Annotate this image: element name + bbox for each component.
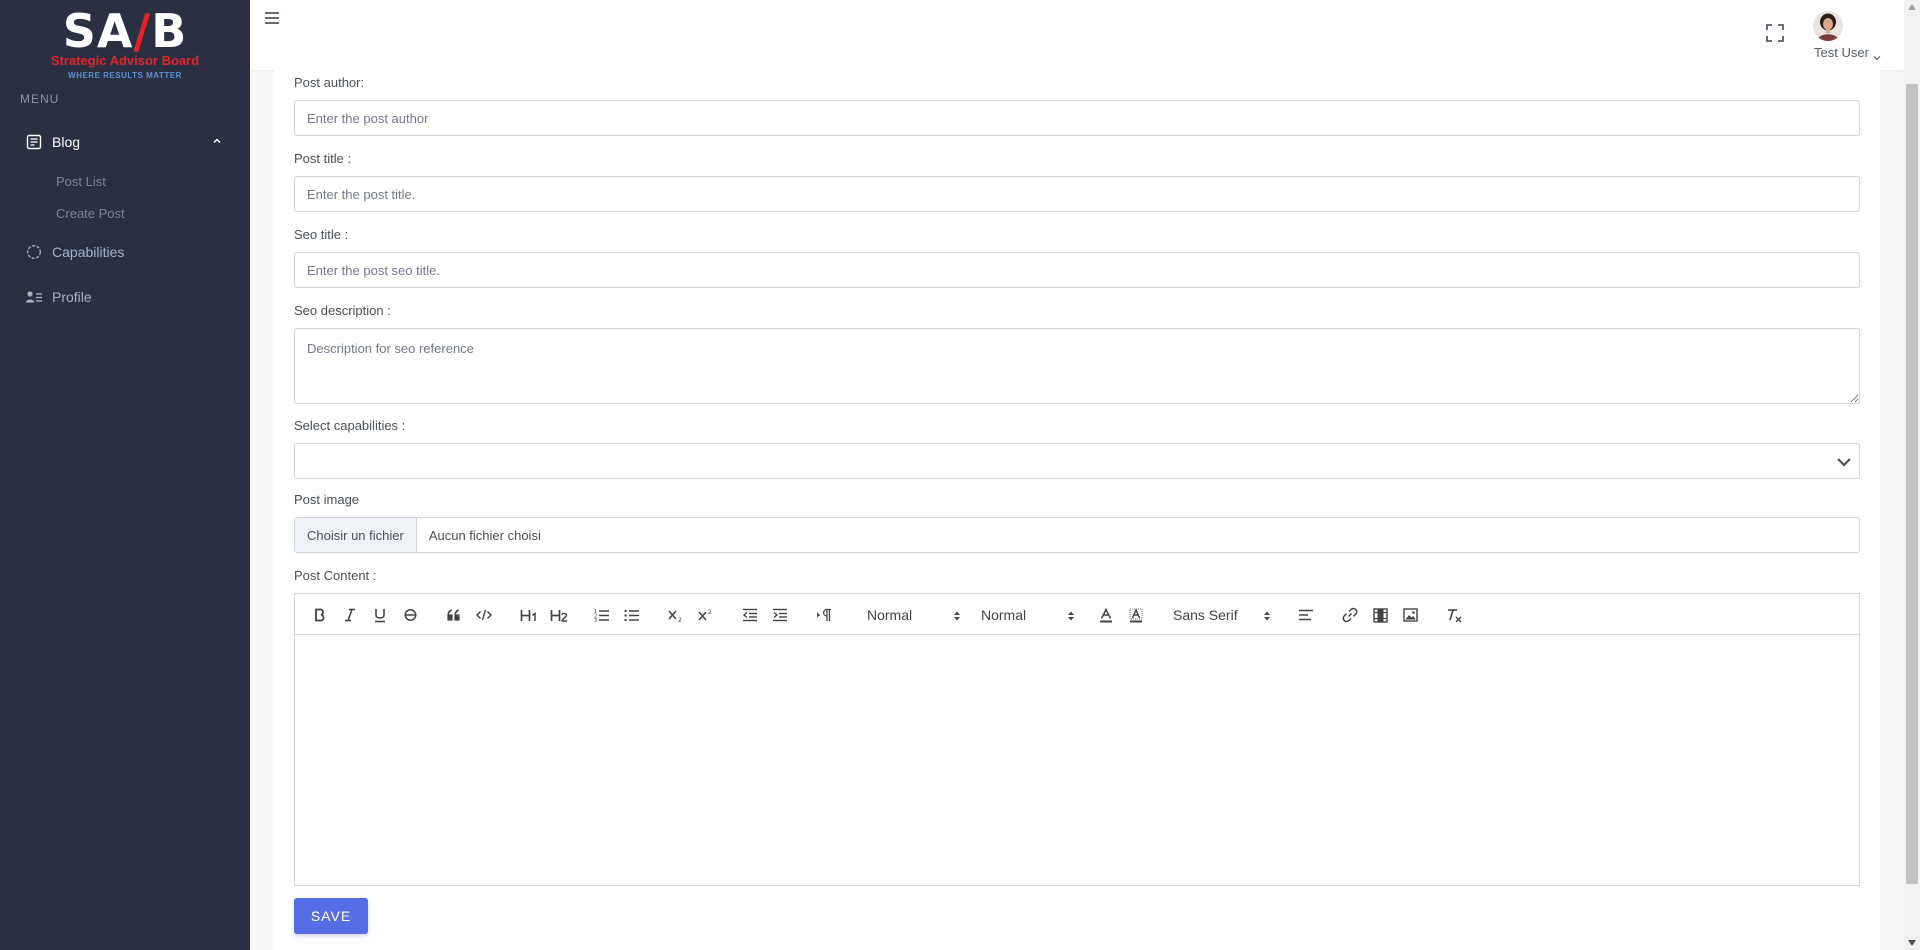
user-name: Test User <box>1814 45 1869 60</box>
sidebar-item-label: Blog <box>52 134 81 150</box>
menu-toggle-icon[interactable] <box>264 10 280 26</box>
seo-title-input[interactable] <box>294 252 1860 288</box>
blockquote-icon[interactable] <box>445 604 463 626</box>
heading-2-icon[interactable] <box>549 604 569 626</box>
svg-text:2: 2 <box>708 609 712 616</box>
bold-icon[interactable] <box>311 604 329 626</box>
logo-mark: SA/B <box>62 4 188 58</box>
editor-content-area[interactable] <box>295 635 1859 885</box>
font-family-select[interactable]: Sans Serif <box>1173 604 1283 626</box>
text-direction-icon[interactable] <box>815 604 833 626</box>
select-arrows-icon <box>953 609 961 621</box>
underline-icon[interactable] <box>371 604 389 626</box>
capabilities-label: Select capabilities : <box>294 418 406 433</box>
sidebar-subitem-create-post[interactable]: Create Post <box>56 206 125 221</box>
text-size-select[interactable]: Normal <box>981 604 1081 626</box>
subscript-icon[interactable]: 2 <box>667 604 685 626</box>
text-size-value: Normal <box>981 607 1027 623</box>
text-color-icon[interactable] <box>1097 604 1115 626</box>
select-arrows-icon <box>1067 609 1075 621</box>
link-icon[interactable] <box>1341 604 1359 626</box>
fullscreen-icon[interactable] <box>1766 24 1784 42</box>
seo-description-textarea[interactable] <box>294 328 1860 404</box>
outdent-icon[interactable] <box>741 604 759 626</box>
menu-title: MENU <box>20 92 60 106</box>
image-icon[interactable] <box>1401 604 1419 626</box>
post-image-file-input[interactable]: Choisir un fichier Aucun fichier choisi <box>294 517 1860 553</box>
indent-icon[interactable] <box>771 604 789 626</box>
header-format-select[interactable]: Normal <box>867 604 967 626</box>
scrollbar-thumb[interactable] <box>1906 84 1918 884</box>
strikethrough-icon[interactable] <box>401 604 419 626</box>
capabilities-select[interactable] <box>294 443 1860 479</box>
file-name-text: Aucun fichier choisi <box>428 527 541 543</box>
save-button[interactable]: SAVE <box>294 898 368 934</box>
post-title-label: Post title : <box>294 151 352 166</box>
rich-text-editor: 123 2 2 Normal Normal Sans Serif <box>294 593 1860 886</box>
video-icon[interactable] <box>1371 604 1389 626</box>
select-arrows-icon <box>1263 609 1271 621</box>
logo-subtitle: Strategic Advisor Board <box>50 53 200 68</box>
italic-icon[interactable] <box>341 604 359 626</box>
header-format-value: Normal <box>867 607 913 623</box>
post-content-label: Post Content : <box>294 568 377 583</box>
post-image-label: Post image <box>294 492 360 507</box>
document-list-icon <box>25 133 43 151</box>
logo-tagline: WHERE RESULTS MATTER <box>68 71 182 80</box>
seo-title-label: Seo title : <box>294 227 349 242</box>
user-menu[interactable]: Test User <box>1814 45 1881 60</box>
editor-toolbar: 123 2 2 Normal Normal Sans Serif <box>295 594 1859 635</box>
avatar[interactable] <box>1813 11 1843 41</box>
topbar: Test User <box>250 0 1904 70</box>
clear-formatting-icon[interactable] <box>1445 604 1463 626</box>
post-author-input[interactable] <box>294 100 1860 136</box>
sidebar-item-capabilities[interactable]: Capabilities <box>0 232 250 272</box>
sidebar-item-label: Capabilities <box>52 244 125 260</box>
sidebar-subitem-post-list[interactable]: Post List <box>56 174 106 189</box>
circle-dashed-icon <box>25 243 43 261</box>
code-block-icon[interactable] <box>475 604 493 626</box>
seo-description-label: Seo description : <box>294 303 391 318</box>
svg-text:3: 3 <box>594 618 597 622</box>
bullet-list-icon[interactable] <box>623 604 641 626</box>
page-scrollbar[interactable] <box>1904 0 1920 950</box>
sidebar-item-blog[interactable]: Blog <box>0 122 250 162</box>
create-post-form: Post author: Post title : Seo title : Se… <box>274 70 1880 950</box>
font-family-value: Sans Serif <box>1173 607 1238 623</box>
chevron-down-icon <box>1873 50 1881 60</box>
user-list-icon <box>25 288 43 306</box>
chevron-down-icon <box>1835 453 1853 471</box>
post-author-label: Post author: <box>294 75 365 90</box>
svg-text:2: 2 <box>678 617 682 622</box>
heading-1-icon[interactable] <box>519 604 539 626</box>
sidebar-item-profile[interactable]: Profile <box>0 277 250 317</box>
scroll-up-icon[interactable] <box>1904 0 1920 14</box>
ordered-list-icon[interactable]: 123 <box>593 604 611 626</box>
post-title-input[interactable] <box>294 176 1860 212</box>
scroll-down-icon[interactable] <box>1904 936 1920 950</box>
sidebar: SA/B Strategic Advisor Board WHERE RESUL… <box>0 0 250 950</box>
logo[interactable]: SA/B Strategic Advisor Board WHERE RESUL… <box>0 8 250 82</box>
align-icon[interactable] <box>1297 604 1315 626</box>
superscript-icon[interactable]: 2 <box>697 604 715 626</box>
chevron-up-icon <box>212 133 222 151</box>
sidebar-item-label: Profile <box>52 289 92 305</box>
background-color-icon[interactable] <box>1127 604 1145 626</box>
choose-file-button[interactable]: Choisir un fichier <box>295 518 417 552</box>
